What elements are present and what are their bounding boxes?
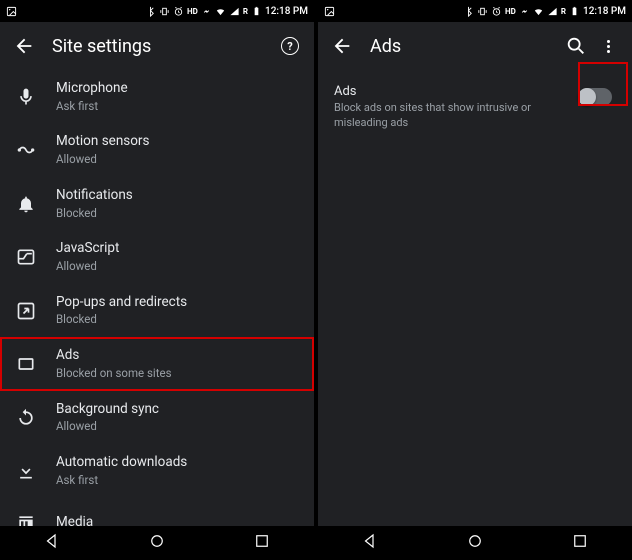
setting-row-background-sync[interactable]: Background syncAllowed [0,391,314,444]
nav-bar [0,526,314,560]
wifi-icon [215,6,226,17]
bluetooth-icon [463,6,474,17]
nav-recent[interactable] [253,532,271,554]
data-updown-icon [519,6,530,17]
setting-label: JavaScript [56,240,300,258]
ads-toggle[interactable] [578,88,612,106]
app-bar: Site settings ? [0,22,314,70]
sync-icon [14,406,38,430]
setting-label: Background sync [56,401,300,419]
app-bar: Ads [318,22,632,70]
ads-icon [14,352,38,376]
hd-indicator: HD [187,7,198,16]
page-title: Ads [370,36,556,57]
nav-back[interactable] [43,532,61,554]
bluetooth-icon [145,6,156,17]
setting-label: Media [56,514,300,526]
bell-icon [14,192,38,216]
ads-label: Ads [334,84,564,99]
nav-bar [318,526,632,560]
picture-icon [324,6,335,17]
setting-row-microphone[interactable]: MicrophoneAsk first [0,70,314,123]
battery-icon [251,6,262,17]
setting-sublabel: Blocked [56,312,300,327]
picture-icon [6,6,17,17]
media-icon [14,511,38,526]
ads-settings-screen: HD R 12:18 PM Ads Ads Block ads on sites… [318,0,632,560]
battery-icon [569,6,580,17]
setting-row-javascript[interactable]: JavaScriptAllowed [0,230,314,283]
r-indicator: R [561,7,566,16]
signal-icon [229,6,240,17]
search-icon [565,35,587,57]
ads-toggle-row[interactable]: Ads Block ads on sites that show intrusi… [318,70,632,143]
wifi-icon [533,6,544,17]
setting-sublabel: Blocked [56,206,300,221]
ads-sublabel: Block ads on sites that show intrusive o… [334,101,564,131]
motion-icon [14,138,38,162]
setting-label: Microphone [56,80,300,98]
setting-sublabel: Ask first [56,473,300,488]
help-icon: ? [281,37,299,55]
nav-back[interactable] [361,532,379,554]
page-title: Site settings [52,36,270,57]
setting-sublabel: Blocked on some sites [56,366,300,381]
vibrate-icon [477,6,488,17]
setting-label: Notifications [56,187,300,205]
search-button[interactable] [564,34,588,58]
download-icon [14,459,38,483]
popup-icon [14,299,38,323]
alarm-icon [491,6,502,17]
status-bar: HD R 12:18 PM [0,0,314,22]
setting-row-pop-ups-and-redirects[interactable]: Pop-ups and redirectsBlocked [0,284,314,337]
setting-label: Pop-ups and redirects [56,294,300,312]
js-icon [14,245,38,269]
setting-row-automatic-downloads[interactable]: Automatic downloadsAsk first [0,444,314,497]
setting-sublabel: Allowed [56,419,300,434]
vibrate-icon [159,6,170,17]
setting-sublabel: Allowed [56,259,300,274]
clock-text: 12:18 PM [265,6,308,17]
back-button[interactable] [330,34,354,58]
site-settings-screen: HD R 12:18 PM Site settings ? Microphone… [0,0,314,560]
nav-home[interactable] [466,532,484,554]
setting-sublabel: Ask first [56,99,300,114]
overflow-icon [607,40,610,53]
mic-icon [14,85,38,109]
data-updown-icon [201,6,212,17]
setting-label: Automatic downloads [56,454,300,472]
help-button[interactable]: ? [278,34,302,58]
status-bar: HD R 12:18 PM [318,0,632,22]
alarm-icon [173,6,184,17]
hd-indicator: HD [505,7,516,16]
signal-icon [547,6,558,17]
overflow-button[interactable] [596,34,620,58]
nav-recent[interactable] [571,532,589,554]
setting-label: Motion sensors [56,133,300,151]
back-button[interactable] [12,34,36,58]
r-indicator: R [243,7,248,16]
nav-home[interactable] [148,532,166,554]
clock-text: 12:18 PM [583,6,626,17]
setting-row-media[interactable]: Media [0,498,314,526]
setting-label: Ads [56,347,300,365]
ads-detail-content: Ads Block ads on sites that show intrusi… [318,70,632,526]
setting-row-notifications[interactable]: NotificationsBlocked [0,177,314,230]
setting-sublabel: Allowed [56,152,300,167]
settings-list: MicrophoneAsk firstMotion sensorsAllowed… [0,70,314,526]
setting-row-ads[interactable]: AdsBlocked on some sites [0,337,314,390]
setting-row-motion-sensors[interactable]: Motion sensorsAllowed [0,123,314,176]
